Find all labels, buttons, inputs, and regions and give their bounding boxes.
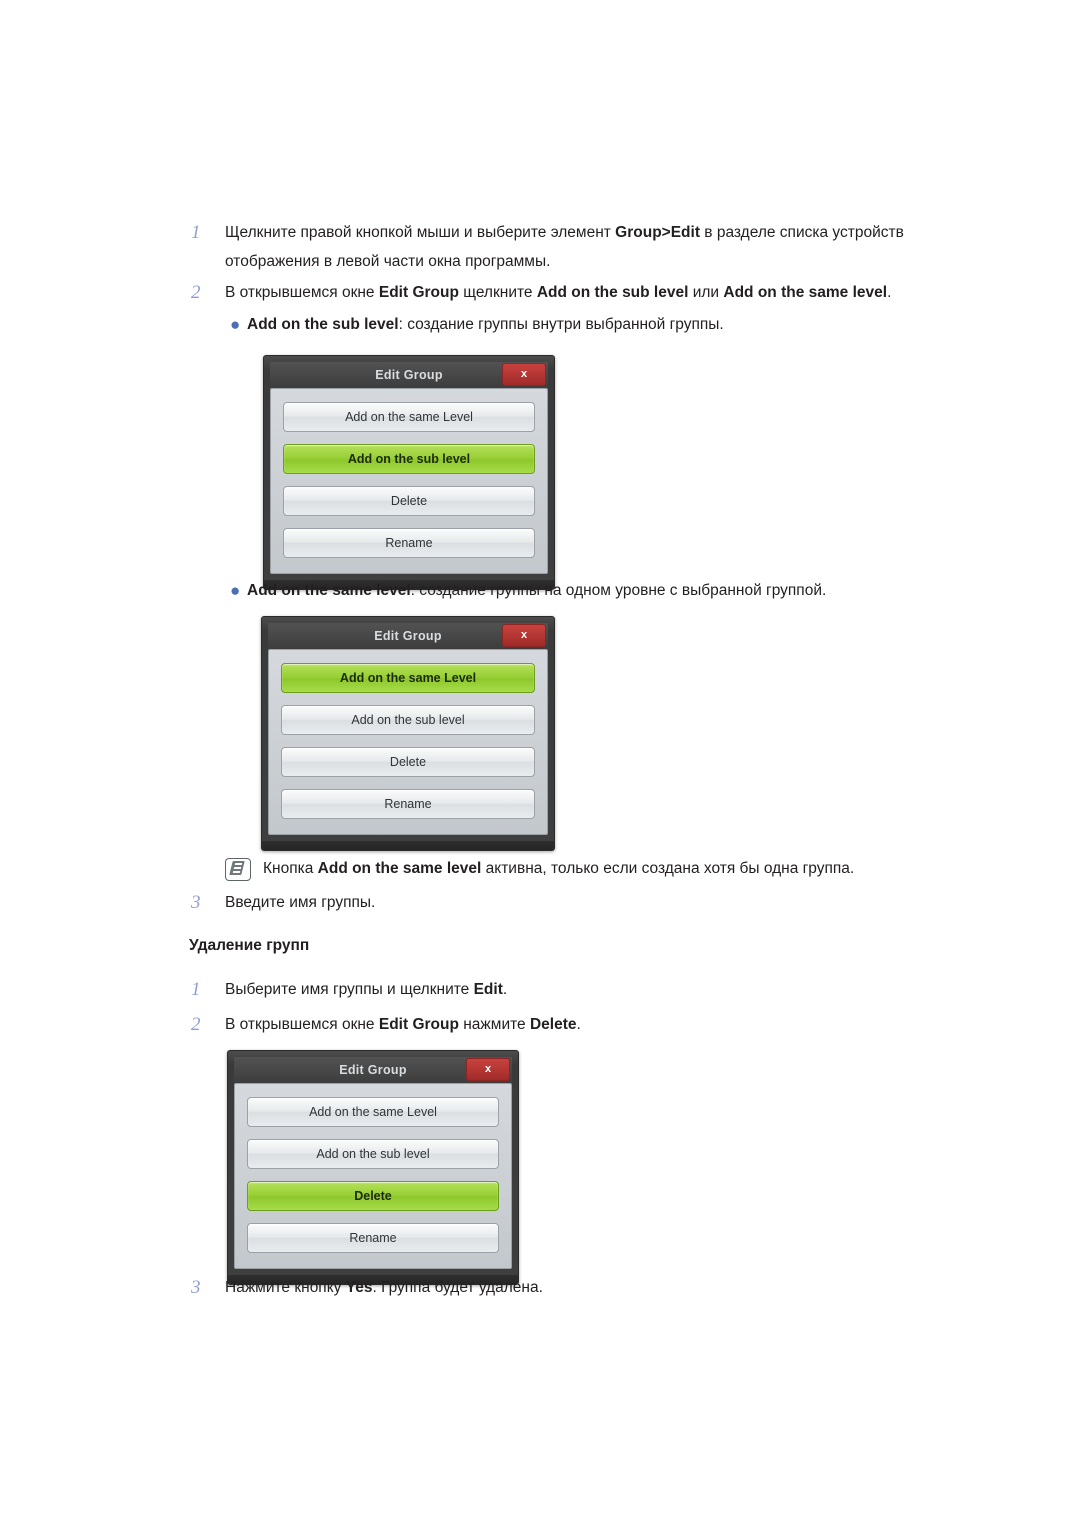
add-on-same-level-button[interactable]: Add on the same Level: [247, 1097, 499, 1127]
step-2-bold-c: Add on the same level: [723, 284, 888, 301]
bullet-dot-icon: ●: [230, 315, 241, 334]
bullet-sub-level-text: Add on the sub level: создание группы вн…: [247, 311, 724, 339]
step-2-text-b: щелкните: [458, 284, 537, 301]
step-2-text: В открывшемся окне Edit Group щелкните A…: [225, 278, 891, 307]
dialog-2-body: Add on the same Level Add on the sub lev…: [268, 649, 548, 835]
dialog-3-titlebar: Edit Group x: [234, 1057, 512, 1083]
step-1-bold-a: Group>Edit: [615, 224, 700, 241]
delete-button[interactable]: Delete: [283, 486, 535, 516]
step-3-number: 3: [191, 892, 201, 913]
delete-step-1-text: Выберите имя группы и щелкните Edit.: [225, 975, 507, 1004]
add-on-sub-level-button[interactable]: Add on the sub level: [283, 444, 535, 474]
delete-step-3-text-b: . Группа будет удалена.: [372, 1279, 543, 1296]
step-2: 2 В открывшемся окне Edit Group щелкните…: [189, 278, 1009, 307]
delete-step-2-text-c: .: [576, 1016, 581, 1033]
delete-step-3-text: Нажмите кнопку Yes. Группа будет удалена…: [225, 1273, 543, 1302]
delete-step-2-bold-a: Edit Group: [378, 1016, 459, 1033]
delete-step-2-text-b: нажмите: [458, 1016, 530, 1033]
dialog-3-body: Add on the same Level Add on the sub lev…: [234, 1083, 512, 1269]
note-text-b: активна, только если создана хотя бы одн…: [481, 860, 855, 877]
delete-step-3-number: 3: [191, 1277, 201, 1298]
bullet-dot-icon: ●: [230, 581, 241, 600]
delete-step-1-bold: Edit: [473, 981, 503, 998]
step-2-text-c: или: [688, 284, 724, 301]
bullet-same-level-text: Add on the same level: создание группы н…: [247, 577, 826, 605]
step-3-text: Введите имя группы.: [225, 894, 376, 911]
bullet-same-level: ● Add on the same level: создание группы…: [225, 577, 1075, 605]
dialog-2-footer: [262, 841, 554, 850]
delete-step-1-text-b: .: [502, 981, 508, 998]
step-1-text: Щелкните правой кнопкой мыши и выберите …: [225, 218, 949, 276]
delete-step-2-text: В открывшемся окне Edit Group нажмите De…: [225, 1010, 581, 1039]
note-bold: Add on the same level: [317, 860, 482, 877]
note-text-a: Кнопка: [263, 860, 318, 877]
delete-step-2: 2 В открывшемся окне Edit Group нажмите …: [189, 1010, 889, 1039]
step-2-text-a: В открывшемся окне: [225, 284, 379, 301]
note-text: Кнопка Add on the same level активна, то…: [263, 856, 854, 882]
add-on-sub-level-button[interactable]: Add on the sub level: [247, 1139, 499, 1169]
dialog-2-titlebar: Edit Group x: [268, 623, 548, 649]
delete-step-1: 1 Выберите имя группы и щелкните Edit.: [189, 975, 889, 1004]
edit-group-dialog-2[interactable]: Edit Group x Add on the same Level Add o…: [261, 616, 555, 851]
add-on-same-level-button[interactable]: Add on the same Level: [283, 402, 535, 432]
close-icon[interactable]: x: [502, 624, 546, 647]
delete-step-3-text-a: Нажмите кнопку: [225, 1279, 346, 1296]
delete-step-2-text-a: В открывшемся окне: [225, 1016, 379, 1033]
step-1-number: 1: [191, 222, 201, 243]
close-icon[interactable]: x: [502, 363, 546, 386]
rename-button[interactable]: Rename: [247, 1223, 499, 1253]
step-3: 3 Введите имя группы.: [189, 888, 889, 917]
step-2-text-d: .: [887, 284, 892, 301]
close-icon[interactable]: x: [466, 1058, 510, 1081]
rename-button[interactable]: Rename: [281, 789, 535, 819]
delete-step-1-number: 1: [191, 979, 201, 1000]
delete-step-2-number: 2: [191, 1014, 201, 1035]
step-2-bold-a: Edit Group: [378, 284, 459, 301]
delete-step-3: 3 Нажмите кнопку Yes. Группа будет удале…: [189, 1273, 889, 1302]
bullet-1-bold: Add on the sub level: [247, 316, 399, 333]
bullet-1-text: : создание группы внутри выбранной групп…: [398, 316, 724, 333]
note-row: Кнопка Add on the same level активна, то…: [225, 856, 1055, 882]
bullet-2-text: : создание группы на одном уровне с выбр…: [410, 582, 827, 599]
dialog-1-body: Add on the same Level Add on the sub lev…: [270, 388, 548, 574]
add-on-same-level-button[interactable]: Add on the same Level: [281, 663, 535, 693]
add-on-sub-level-button[interactable]: Add on the sub level: [281, 705, 535, 735]
edit-group-dialog-1[interactable]: Edit Group x Add on the same Level Add o…: [263, 355, 555, 590]
step-1: 1 Щелкните правой кнопкой мыши и выберит…: [189, 218, 949, 276]
section-heading-delete-groups: Удаление групп: [189, 937, 310, 954]
delete-step-1-text-a: Выберите имя группы и щелкните: [225, 981, 474, 998]
note-pencil-icon: [225, 856, 263, 882]
delete-button[interactable]: Delete: [281, 747, 535, 777]
bullet-sub-level: ● Add on the sub level: создание группы …: [225, 311, 1045, 339]
dialog-1-titlebar: Edit Group x: [270, 362, 548, 388]
step-2-bold-b: Add on the sub level: [536, 284, 689, 301]
rename-button[interactable]: Rename: [283, 528, 535, 558]
step-2-number: 2: [191, 282, 201, 303]
delete-step-2-bold-b: Delete: [529, 1016, 577, 1033]
edit-group-dialog-3[interactable]: Edit Group x Add on the same Level Add o…: [227, 1050, 519, 1285]
delete-step-3-bold: Yes: [345, 1279, 373, 1296]
bullet-2-bold: Add on the same level: [247, 582, 411, 599]
step-1-text-a: Щелкните правой кнопкой мыши и выберите …: [225, 224, 616, 241]
delete-button[interactable]: Delete: [247, 1181, 499, 1211]
document-page: 1 Щелкните правой кнопкой мыши и выберит…: [0, 0, 1080, 1527]
